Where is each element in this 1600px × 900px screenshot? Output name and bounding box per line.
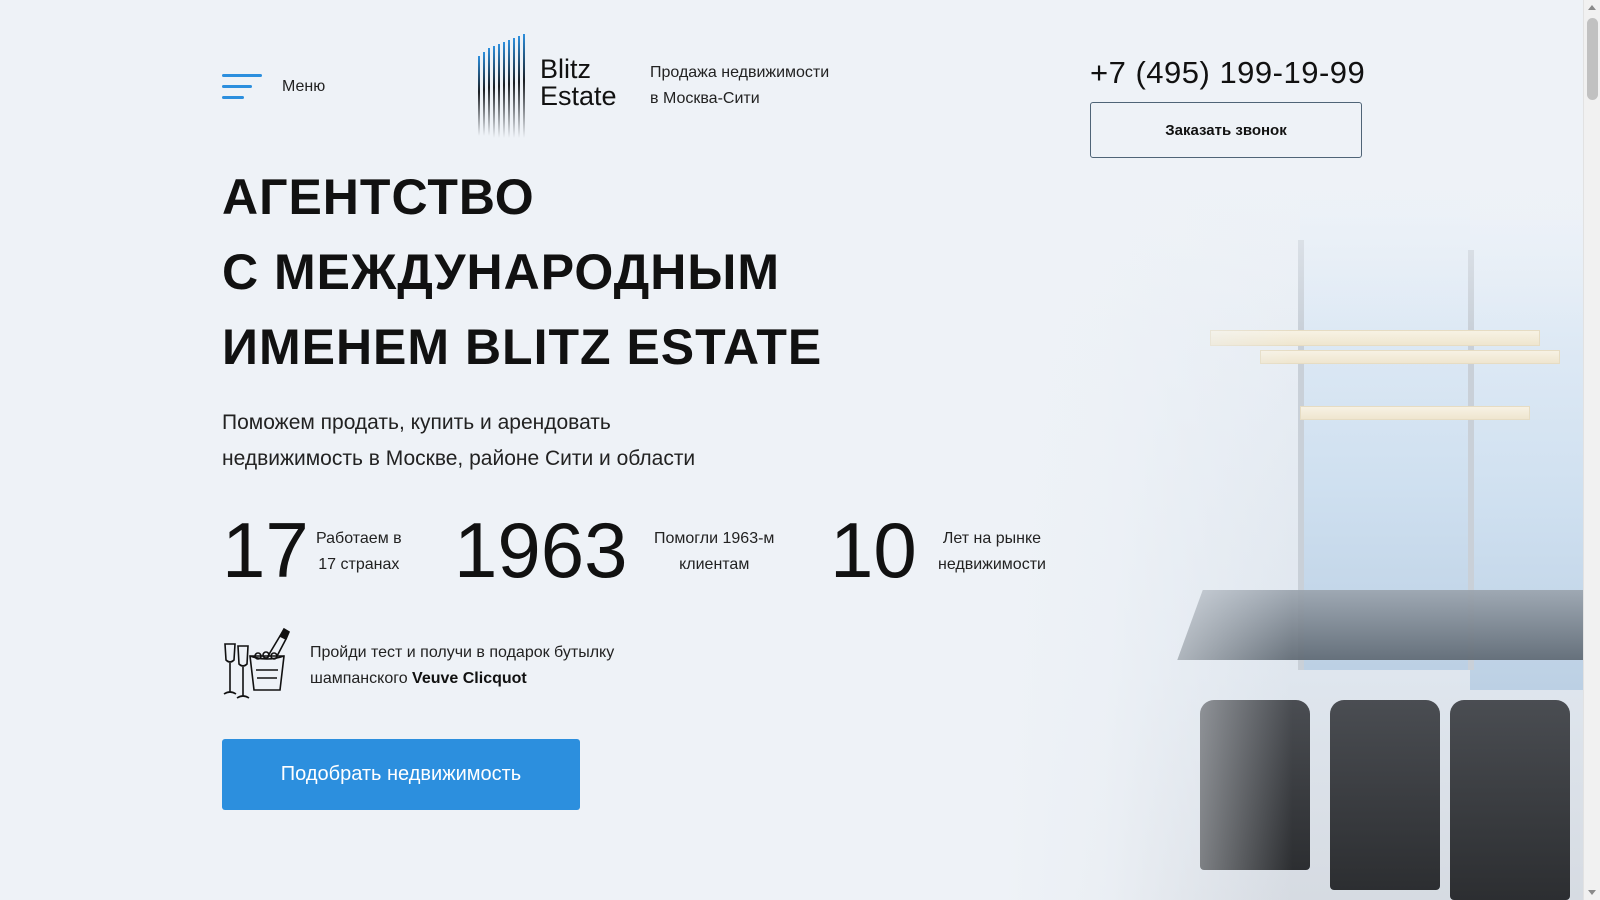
promo-text: Пройди тест и получи в подарок бутылку ш… [310,640,614,692]
phone-link[interactable]: +7 (495) 199-19-99 [1090,55,1365,91]
hero-subtitle: Поможем продать, купить и арендовать нед… [222,405,695,477]
menu-button[interactable]: Меню [222,72,325,102]
stat-label-line: Лет на рынке [942,530,1042,547]
scroll-up-icon[interactable] [1588,5,1596,10]
scroll-down-icon[interactable] [1588,890,1596,895]
tagline-line-1: Продажа недвижимости [650,64,830,81]
promo-block[interactable]: Пройди тест и получи в подарок бутылку ш… [222,626,614,702]
stat-value-countries: 17 [222,506,309,594]
subtitle-line-2: недвижимость в Москве, районе Сити и обл… [222,447,696,470]
stat-value-years: 10 [830,506,917,594]
find-property-button[interactable]: Подобрать недвижимость [222,739,580,810]
promo-line-1: Пройди тест и получи в подарок бутылку [310,644,615,661]
title-line-2: С МЕЖДУНАРОДНЫМ [222,244,780,300]
callback-button[interactable]: Заказать звонок [1090,102,1362,158]
title-line-3: ИМЕНЕМ BLITZ ESTATE [222,319,823,375]
stat-label-line: 17 странах [318,556,400,573]
stat-label-line: клиентам [679,556,750,573]
promo-brand: Veuve Clicquot [412,670,527,687]
logo-bars-icon [478,34,525,138]
stat-label-line: недвижимости [938,556,1046,573]
site-logo[interactable]: Blitz Estate [478,34,617,138]
header-tagline: Продажа недвижимости в Москва-Сити [650,60,829,112]
stat-label-line: Помогли 1963-м [654,530,775,547]
tagline-line-2: в Москва-Сити [650,90,760,107]
hamburger-icon [222,72,262,102]
stat-label-years: Лет на рынке недвижимости [938,526,1046,578]
stat-label-line: Работаем в [316,530,402,547]
stat-label-clients: Помогли 1963-м клиентам [654,526,774,578]
title-line-1: АГЕНТСТВО [222,169,535,225]
champagne-icon [223,627,291,699]
promo-line-2-prefix: шампанского [310,670,413,687]
menu-label: Меню [282,78,326,95]
subtitle-line-1: Поможем продать, купить и арендовать [222,411,611,434]
page-title: АГЕНТСТВО С МЕЖДУНАРОДНЫМ ИМЕНЕМ BLITZ E… [222,160,822,385]
logo-wordmark: Blitz Estate [540,56,617,110]
hero-background-image [1000,140,1585,900]
stat-value-clients: 1963 [454,506,628,594]
logo-line-2: Estate [540,81,617,111]
page-scrollbar[interactable] [1583,0,1600,900]
promo-line-2: шампанского Veuve Clicquot [310,666,614,692]
logo-line-1: Blitz [540,54,592,84]
scrollbar-thumb[interactable] [1587,18,1598,100]
stat-label-countries: Работаем в 17 странах [316,526,402,578]
